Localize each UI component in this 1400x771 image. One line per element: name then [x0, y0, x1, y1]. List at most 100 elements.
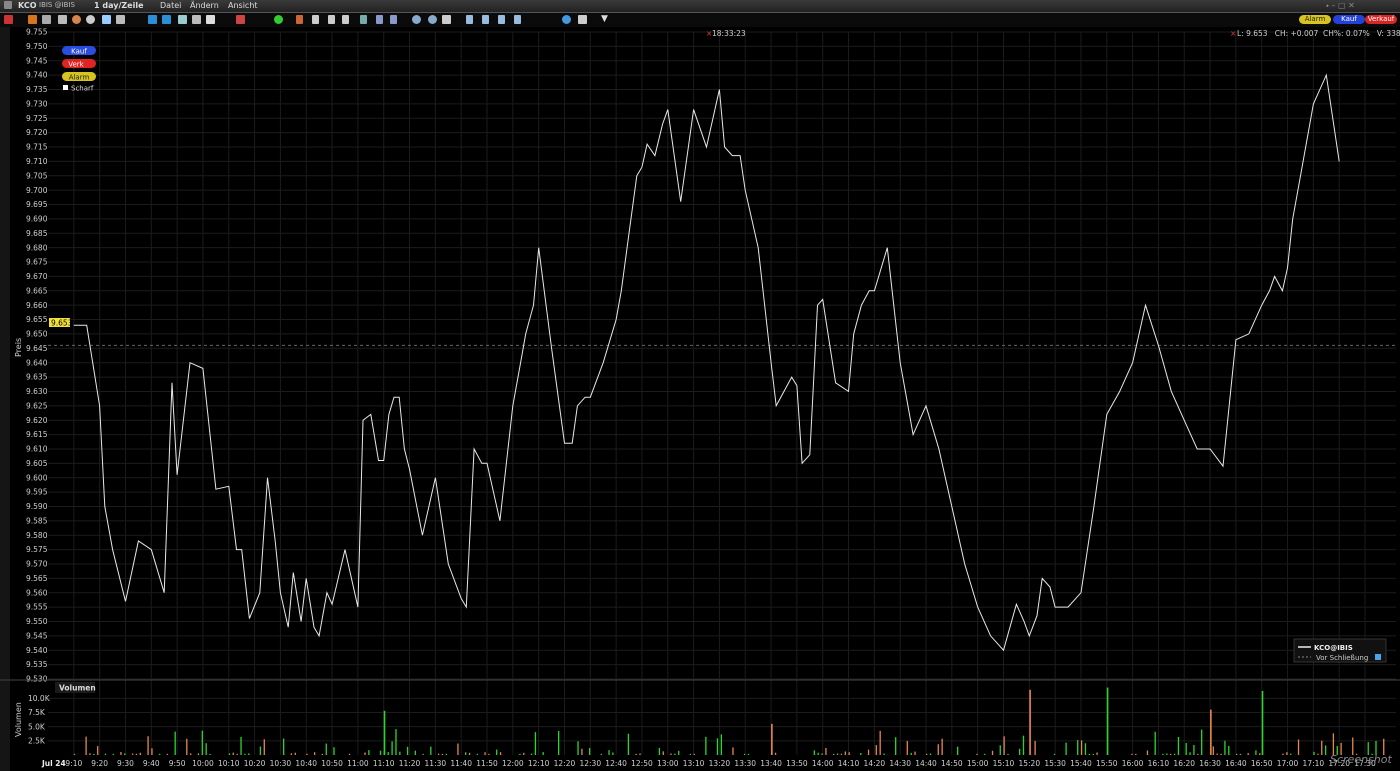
volume-bar: [282, 738, 285, 755]
volume-bar: [422, 753, 424, 755]
image-icon[interactable]: [178, 15, 187, 24]
volume-bar: [333, 747, 335, 755]
price-tick-label: 9.595: [26, 488, 48, 497]
pointer-icon[interactable]: [28, 15, 37, 24]
volume-bar: [290, 753, 293, 755]
volume-bar: [1247, 753, 1249, 755]
volume-bar: [1065, 742, 1067, 755]
volume-bar: [635, 753, 637, 755]
volume-bar: [139, 752, 141, 755]
add-icon[interactable]: [274, 15, 283, 24]
window-controls[interactable]: ⬩ – ▢ ✕: [1326, 1, 1355, 11]
volume-bar: [1022, 735, 1025, 755]
volume-bar: [926, 753, 928, 755]
alarm-top-button[interactable]: Alarm: [1299, 15, 1331, 24]
price-tick-label: 9.615: [26, 430, 48, 439]
zoom-in-icon[interactable]: [412, 15, 421, 24]
close-stats-icon[interactable]: ×: [1230, 29, 1236, 38]
alarm-button-label: Alarm: [69, 73, 90, 81]
time-tick-label: 14:30: [889, 759, 911, 768]
volume-bar: [1135, 753, 1137, 755]
volume-bar: [608, 750, 610, 755]
crosshair-tool-icon[interactable]: [296, 15, 303, 24]
circle-icon[interactable]: [86, 15, 95, 24]
volume-panel-label: Volumen: [59, 684, 96, 693]
price-tick-label: 9.610: [26, 445, 48, 454]
price-tick-label: 9.550: [26, 617, 48, 626]
volume-bar: [747, 753, 750, 755]
volume-bar: [929, 753, 932, 755]
wrench-icon[interactable]: [578, 15, 587, 24]
volume-bar: [348, 753, 351, 755]
lines-icon[interactable]: [360, 15, 367, 24]
time-tick-label: 13:00: [657, 759, 679, 768]
menu-aendern[interactable]: Ändern: [190, 1, 219, 10]
volume-bar: [120, 751, 122, 755]
trendline-icon[interactable]: [376, 15, 383, 24]
sharp-checkbox[interactable]: [63, 85, 68, 90]
time-tick-label: 16:40: [1225, 759, 1247, 768]
compress-icon[interactable]: [514, 15, 521, 24]
volume-bar: [135, 753, 138, 755]
volume-bar: [581, 748, 583, 755]
grid-icon[interactable]: [42, 15, 51, 24]
volume-bar: [399, 751, 401, 755]
refresh-icon[interactable]: [72, 15, 81, 24]
volume-bar: [484, 752, 486, 755]
expand-icon[interactable]: [498, 15, 505, 24]
volume-bar: [941, 738, 943, 755]
volume-bar: [999, 745, 1001, 755]
price-tick-label: 9.725: [26, 114, 48, 123]
bar-chart-icon[interactable]: [148, 15, 157, 24]
candle-icon[interactable]: [162, 15, 171, 24]
fit-icon[interactable]: [442, 15, 451, 24]
volume-bar: [674, 753, 676, 755]
watermark: Screenshot: [1330, 753, 1392, 766]
fib-icon[interactable]: [390, 15, 397, 24]
arrow-icon[interactable]: [312, 15, 319, 24]
volume-bar: [166, 753, 169, 755]
volume-bar: [774, 752, 777, 755]
volume-bar: [937, 744, 939, 755]
volume-bar: [825, 747, 827, 755]
undo-icon[interactable]: [328, 15, 335, 24]
volume-bar: [1177, 736, 1180, 755]
interval-dropdown[interactable]: 1 day/Zeile: [94, 1, 144, 10]
price-tick-label: 9.630: [26, 387, 48, 396]
volume-bar: [658, 747, 661, 755]
price-tick-label: 9.565: [26, 574, 48, 583]
symbol-label[interactable]: KCO: [18, 1, 37, 10]
time-tick-label: 12:00: [502, 759, 524, 768]
settings-icon[interactable]: [116, 15, 125, 24]
volume-bar: [1173, 753, 1176, 755]
layout-icon[interactable]: [102, 15, 111, 24]
price-tick-label: 9.675: [26, 258, 48, 267]
volume-bar: [1239, 753, 1242, 755]
volume-bar: [1261, 690, 1264, 755]
exchange-label[interactable]: IBIS @IBIS: [39, 1, 75, 9]
chart-legend[interactable]: KCO@IBIS Vor Schließung: [1293, 638, 1387, 663]
time-tick-label: 10:50: [321, 759, 343, 768]
legend-checkbox[interactable]: [1375, 654, 1381, 660]
time-tick-label: 10:40: [295, 759, 317, 768]
table-icon[interactable]: [206, 15, 215, 24]
volume-bar: [693, 753, 695, 755]
buy-top-button[interactable]: Kauf: [1333, 15, 1365, 24]
crosshair-icon[interactable]: [4, 15, 13, 24]
volume-bar: [236, 753, 238, 755]
menu-datei[interactable]: Datei: [160, 1, 181, 10]
toolbar-dropdown-icon[interactable]: ▼: [601, 14, 608, 24]
window-icon[interactable]: [192, 15, 201, 24]
zoom-out-icon[interactable]: [428, 15, 437, 24]
sell-top-button[interactable]: Verkauf: [1365, 15, 1397, 24]
left-scroll-strip[interactable]: [0, 27, 10, 771]
volume-bar: [883, 753, 885, 755]
scroll-left-icon[interactable]: [466, 15, 473, 24]
sync-icon[interactable]: [562, 15, 571, 24]
redo-icon[interactable]: [342, 15, 349, 24]
price-chart[interactable]: 9.755 9.750 9.745 9.740 9.735 9.730 9.725 9.720…: [0, 27, 1400, 771]
print-icon[interactable]: [58, 15, 67, 24]
scroll-right-icon[interactable]: [482, 15, 489, 24]
menu-ansicht[interactable]: Ansicht: [228, 1, 258, 10]
draw-icon[interactable]: [236, 15, 245, 24]
